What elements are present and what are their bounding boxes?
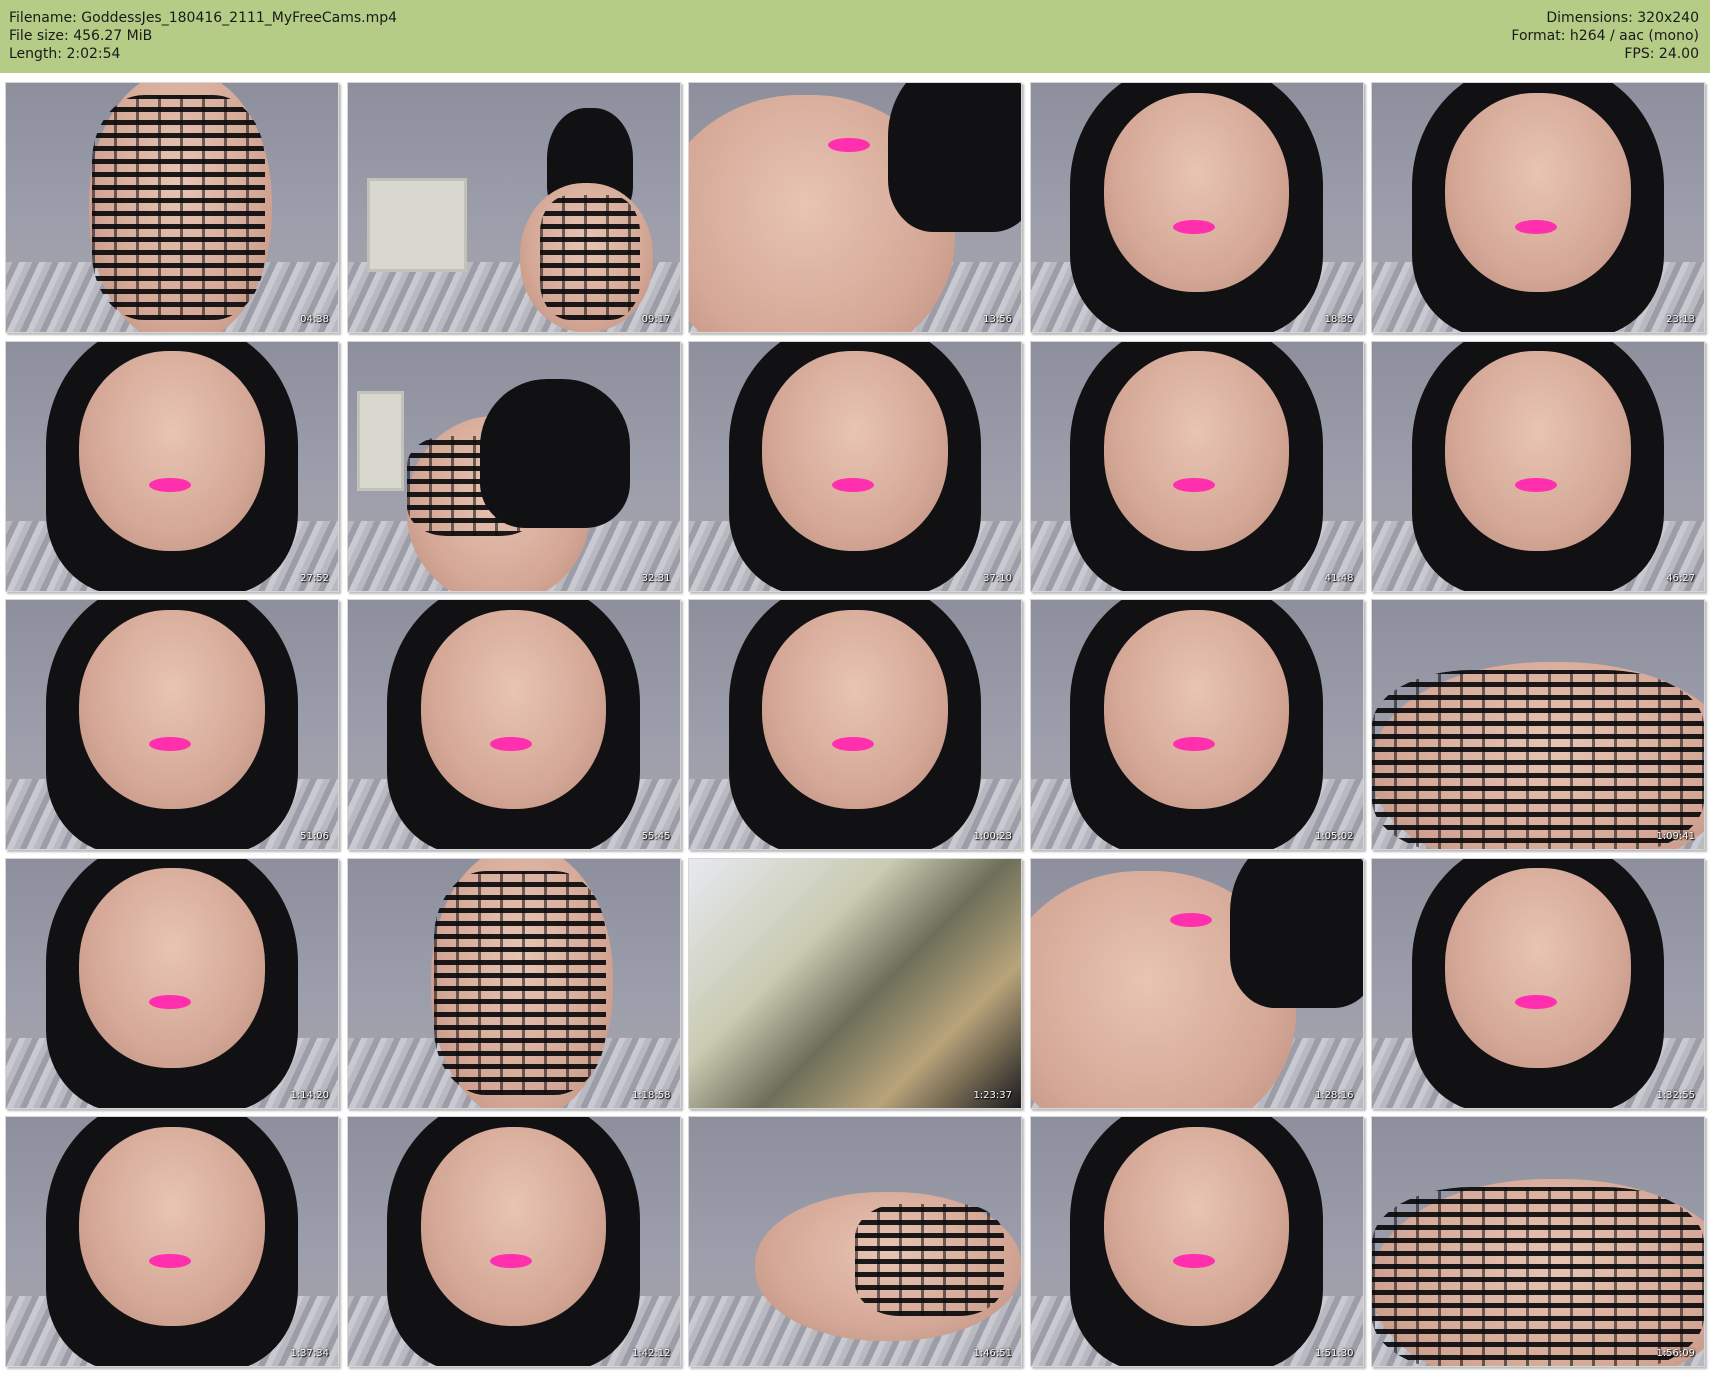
thumbnail-frame[interactable]: 1:46:51 bbox=[688, 1116, 1022, 1367]
filename-text: Filename: GoddessJes_180416_2111_MyFreeC… bbox=[9, 10, 398, 26]
timestamp-label: 09:17 bbox=[641, 314, 671, 325]
thumbnail-frame[interactable]: 1:51:30 bbox=[1029, 1116, 1364, 1367]
timestamp-label: 1:05:02 bbox=[1314, 831, 1354, 842]
thumbnail-frame[interactable]: 51:06 bbox=[5, 599, 339, 850]
frame-image bbox=[347, 858, 680, 1108]
format-text: Format: h264 / aac (mono) bbox=[1511, 28, 1699, 44]
frame-image bbox=[1372, 600, 1704, 849]
thumbnail-frame[interactable]: 18:35 bbox=[1029, 82, 1364, 333]
timestamp-label: 1:37:34 bbox=[290, 1348, 329, 1359]
thumbnail-frame[interactable]: 1:00:23 bbox=[688, 599, 1022, 850]
timestamp-label: 1:00:23 bbox=[973, 831, 1012, 842]
timestamp-label: 37:10 bbox=[983, 572, 1012, 584]
thumbnail-grid: 04:38 09:17 13:56 18:35 23:13 27:52 32:31 37:10… bbox=[5, 82, 1705, 1368]
frame-image bbox=[1030, 600, 1363, 849]
timestamp-label: 18:35 bbox=[1324, 314, 1354, 325]
frame-image bbox=[689, 858, 1021, 1108]
fps-text: FPS: 24.00 bbox=[1624, 46, 1699, 62]
file-info: Filename: GoddessJes_180416_2111_MyFreeC… bbox=[9, 9, 397, 63]
frame-image bbox=[689, 1117, 1021, 1366]
thumbnail-frame[interactable]: 1:28:16 bbox=[1029, 857, 1364, 1109]
timestamp-label: 1:23:37 bbox=[973, 1089, 1012, 1101]
timestamp-label: 1:42:12 bbox=[631, 1348, 671, 1359]
timestamp-label: 23:13 bbox=[1666, 314, 1695, 325]
length-text: Length: 2:02:54 bbox=[9, 46, 121, 62]
thumbnail-frame[interactable]: 1:05:02 bbox=[1029, 599, 1364, 850]
timestamp-label: 1:18:58 bbox=[631, 1089, 671, 1101]
thumbnail-frame[interactable]: 32:31 bbox=[346, 340, 681, 592]
thumbnail-frame[interactable]: 37:10 bbox=[688, 340, 1022, 592]
timestamp-label: 1:14:20 bbox=[290, 1089, 329, 1101]
frame-image bbox=[1372, 83, 1704, 332]
thumbnail-frame[interactable]: 1:18:58 bbox=[346, 857, 681, 1109]
thumbnail-frame[interactable]: 27:52 bbox=[5, 340, 339, 592]
frame-image bbox=[347, 1117, 680, 1366]
dimensions-text: Dimensions: 320x240 bbox=[1546, 10, 1699, 26]
thumbnail-frame[interactable]: 1:37:34 bbox=[5, 1116, 339, 1367]
thumbnail-frame[interactable]: 1:23:37 bbox=[688, 857, 1022, 1109]
timestamp-label: 04:38 bbox=[300, 314, 329, 325]
thumbnail-frame[interactable]: 1:14:20 bbox=[5, 857, 339, 1109]
timestamp-label: 13:56 bbox=[983, 314, 1012, 325]
thumbnail-frame[interactable]: 55:45 bbox=[346, 599, 681, 850]
timestamp-label: 1:46:51 bbox=[973, 1348, 1012, 1359]
thumbnail-frame[interactable]: 1:56:09 bbox=[1371, 1116, 1705, 1367]
filesize-text: File size: 456.27 MiB bbox=[9, 28, 153, 44]
timestamp-label: 1:56:09 bbox=[1656, 1348, 1695, 1359]
frame-image bbox=[6, 858, 338, 1108]
timestamp-label: 1:32:55 bbox=[1656, 1089, 1695, 1101]
thumbnail-frame[interactable]: 23:13 bbox=[1371, 82, 1705, 333]
thumbnail-frame[interactable]: 1:42:12 bbox=[346, 1116, 681, 1367]
frame-image bbox=[347, 341, 680, 591]
frame-image bbox=[1030, 341, 1363, 591]
thumbnail-frame[interactable]: 04:38 bbox=[5, 82, 339, 333]
frame-image bbox=[347, 600, 680, 849]
timestamp-label: 1:09:41 bbox=[1656, 831, 1695, 842]
video-info-header: Filename: GoddessJes_180416_2111_MyFreeC… bbox=[0, 0, 1710, 73]
frame-image bbox=[1372, 858, 1704, 1108]
frame-image bbox=[689, 600, 1021, 849]
thumbnail-frame[interactable]: 1:09:41 bbox=[1371, 599, 1705, 850]
frame-image bbox=[1372, 341, 1704, 591]
timestamp-label: 55:45 bbox=[641, 831, 671, 842]
frame-image bbox=[1372, 1117, 1704, 1366]
frame-image bbox=[689, 83, 1021, 332]
frame-image bbox=[347, 83, 680, 332]
frame-image bbox=[6, 1117, 338, 1366]
thumbnail-frame[interactable]: 1:32:55 bbox=[1371, 857, 1705, 1109]
frame-image bbox=[1030, 1117, 1363, 1366]
thumbnail-frame[interactable]: 41:48 bbox=[1029, 340, 1364, 592]
timestamp-label: 1:51:30 bbox=[1314, 1348, 1354, 1359]
stream-info: Dimensions: 320x240 Format: h264 / aac (… bbox=[1511, 9, 1699, 63]
thumbnail-frame[interactable]: 09:17 bbox=[346, 82, 681, 333]
timestamp-label: 27:52 bbox=[300, 572, 329, 584]
frame-image bbox=[1030, 83, 1363, 332]
timestamp-label: 46:27 bbox=[1666, 572, 1695, 584]
frame-image bbox=[689, 341, 1021, 591]
timestamp-label: 41:48 bbox=[1324, 572, 1354, 584]
frame-image bbox=[6, 600, 338, 849]
thumbnail-frame[interactable]: 13:56 bbox=[688, 82, 1022, 333]
frame-image bbox=[6, 341, 338, 591]
frame-image bbox=[6, 83, 338, 332]
frame-image bbox=[1030, 858, 1363, 1108]
timestamp-label: 1:28:16 bbox=[1314, 1089, 1354, 1101]
timestamp-label: 51:06 bbox=[300, 831, 329, 842]
timestamp-label: 32:31 bbox=[641, 572, 671, 584]
thumbnail-frame[interactable]: 46:27 bbox=[1371, 340, 1705, 592]
